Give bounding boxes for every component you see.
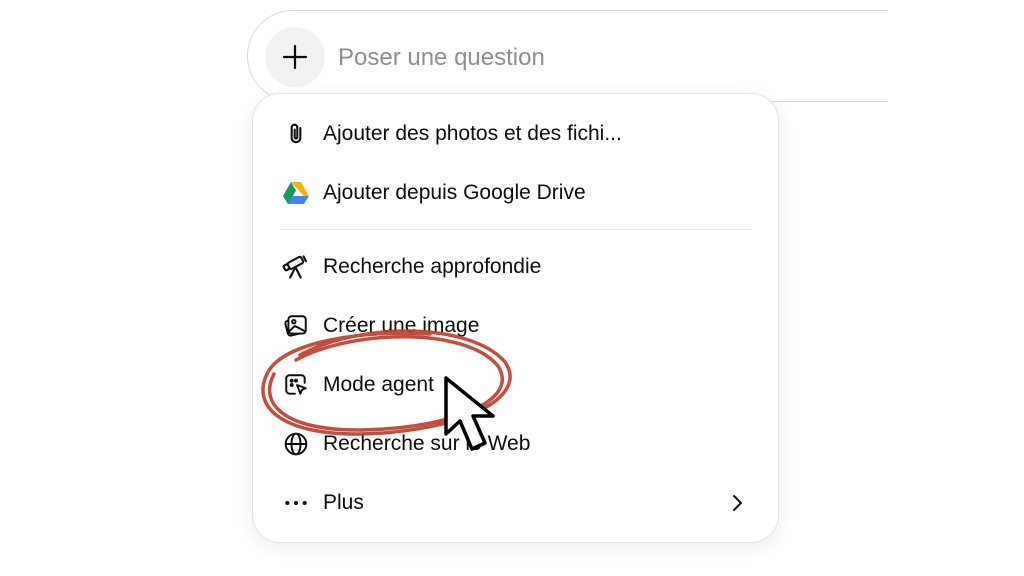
menu-item-deep-research[interactable]: Recherche approfondie xyxy=(273,241,760,293)
paperclip-icon xyxy=(281,119,311,149)
attachment-menu: Ajouter des photos et des fichi... Ajout… xyxy=(252,93,779,543)
globe-icon xyxy=(281,429,311,459)
menu-item-add-files[interactable]: Ajouter des photos et des fichi... xyxy=(273,108,760,160)
add-attachment-button[interactable] xyxy=(265,27,325,87)
chevron-right-icon xyxy=(726,491,748,520)
telescope-icon xyxy=(281,252,311,282)
menu-item-label: Recherche sur le Web xyxy=(323,432,531,455)
menu-item-label: Mode agent xyxy=(323,373,434,396)
menu-item-google-drive[interactable]: Ajouter depuis Google Drive xyxy=(273,167,760,219)
ellipsis-icon xyxy=(281,488,311,518)
menu-divider xyxy=(281,229,751,230)
menu-item-label: Plus xyxy=(323,491,364,514)
menu-item-web-search[interactable]: Recherche sur le Web xyxy=(273,418,760,470)
menu-item-more[interactable]: Plus xyxy=(273,477,760,529)
google-drive-icon xyxy=(281,178,311,208)
menu-item-agent-mode[interactable]: Mode agent xyxy=(273,359,760,411)
prompt-input[interactable] xyxy=(336,41,840,75)
agent-cursor-icon xyxy=(281,370,311,400)
prompt-composer xyxy=(247,10,887,102)
menu-item-create-image[interactable]: Créer une image xyxy=(273,300,760,352)
menu-item-label: Recherche approfondie xyxy=(323,255,542,278)
menu-item-label: Ajouter depuis Google Drive xyxy=(323,181,586,204)
image-icon xyxy=(281,311,311,341)
menu-item-label: Créer une image xyxy=(323,314,480,337)
plus-icon xyxy=(282,44,308,70)
menu-item-label: Ajouter des photos et des fichi... xyxy=(323,122,622,145)
